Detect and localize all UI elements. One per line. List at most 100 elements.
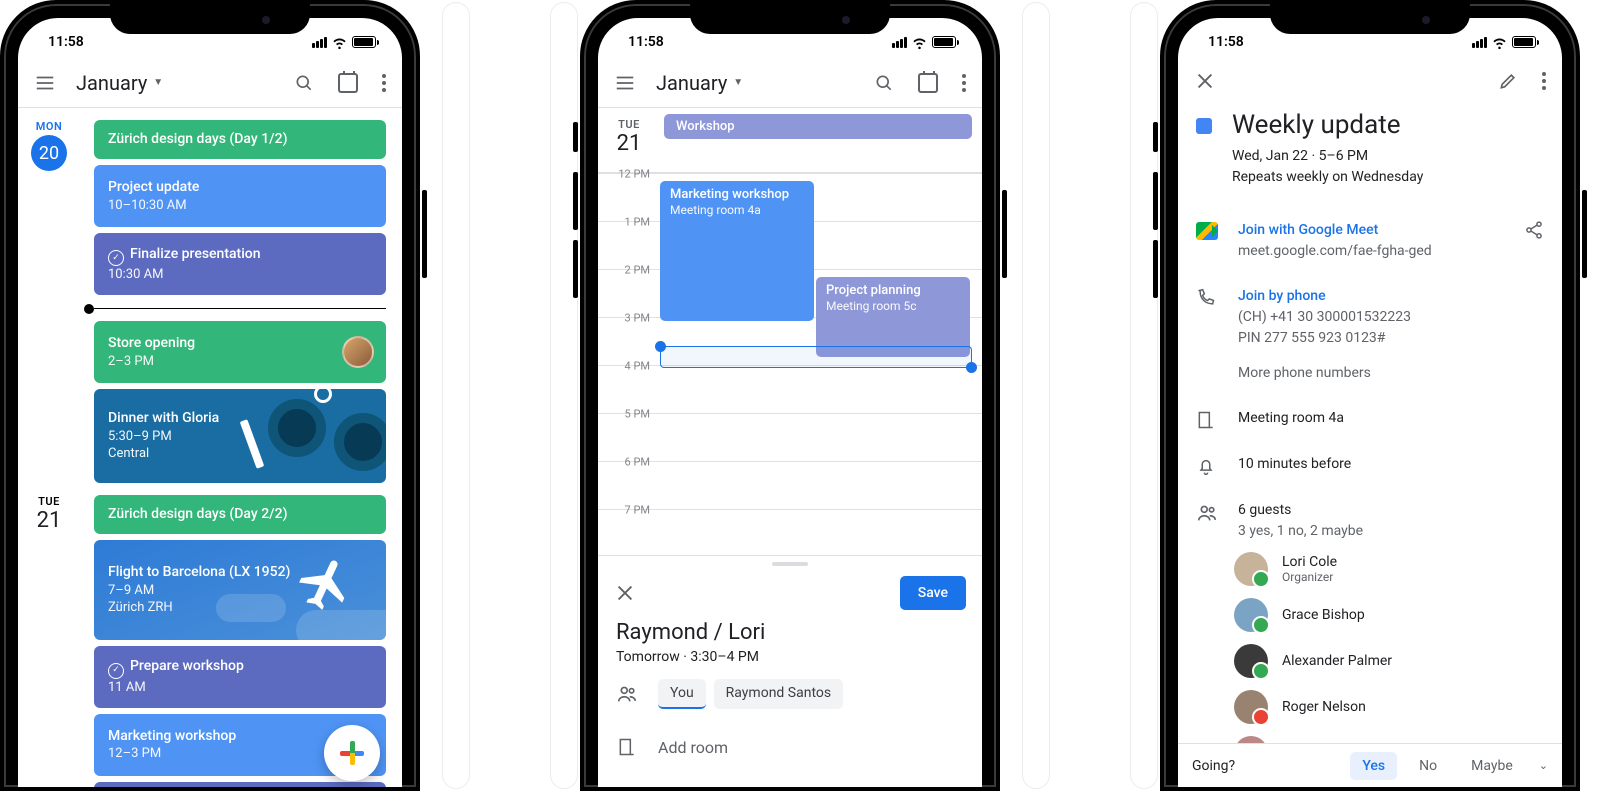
month-picker[interactable]: January ▼ — [76, 71, 274, 95]
battery-icon — [932, 36, 956, 48]
event-repeat: Repeats weekly on Wednesday — [1232, 169, 1423, 185]
today-icon[interactable] — [918, 73, 938, 93]
hour-grid[interactable]: 12 PM1 PM2 PM3 PM4 PM5 PM6 PM7 PMMarketi… — [598, 173, 982, 553]
quick-create-sheet: Save Raymond / Lori Tomorrow · 3:30–4 PM… — [598, 555, 982, 787]
new-event-title[interactable]: Raymond / Lori — [616, 620, 964, 645]
guest-avatar — [1234, 598, 1268, 632]
more-icon[interactable] — [962, 74, 966, 92]
resize-handle[interactable] — [655, 341, 666, 352]
menu-icon[interactable] — [614, 72, 636, 94]
guest-row[interactable]: Lori ColeOrganizer — [1234, 546, 1562, 592]
sheet-grabber[interactable] — [772, 562, 808, 566]
hour-label: 3 PM — [598, 312, 656, 325]
join-meet-link[interactable]: Join with Google Meet — [1238, 220, 1504, 241]
agenda-event[interactable]: Zürich design days (Day 2/2) — [94, 495, 386, 534]
rsvp-option[interactable]: Maybe — [1459, 752, 1525, 780]
new-event-slot[interactable] — [660, 346, 972, 368]
guest-name: Lori Cole — [1282, 554, 1337, 570]
phone-pin: PIN 277 555 923 0123# — [1238, 328, 1544, 349]
phone-number: (CH) +41 30 300001532223 — [1238, 307, 1544, 328]
room-name: Meeting room 4a — [1238, 408, 1544, 429]
month-picker[interactable]: January ▼ — [656, 71, 854, 95]
rsvp-option[interactable]: Yes — [1350, 752, 1397, 780]
agenda-event[interactable]: Dinner with Gloria5:30–9 PMCentral — [94, 389, 386, 483]
guest-role: Organizer — [1282, 570, 1337, 584]
phone-agenda: 11:58 January ▼ — [0, 0, 420, 791]
agenda-event[interactable]: Project update10–10:30 AM — [94, 165, 386, 227]
event-title: Weekly update — [1232, 110, 1423, 140]
guest-avatar — [1234, 690, 1268, 724]
agenda-event[interactable]: Flight to Barcelona (LX 1952)7–9 AMZüric… — [94, 540, 386, 640]
signal-icon — [892, 37, 907, 48]
google-meet-icon — [1196, 222, 1218, 240]
chevron-down-icon[interactable]: ⌄ — [1539, 759, 1548, 772]
status-time: 11:58 — [48, 34, 84, 50]
guest-row[interactable]: Alexander Palmer — [1234, 638, 1562, 684]
chevron-down-icon: ▼ — [733, 77, 743, 88]
chevron-down-icon: ▼ — [153, 77, 163, 88]
room-icon — [1196, 410, 1218, 430]
agenda-event[interactable]: Update slide deck3 PM — [94, 782, 386, 787]
hour-label: 7 PM — [598, 504, 656, 517]
more-phone-numbers[interactable]: More phone numbers — [1238, 363, 1544, 384]
agenda-event[interactable]: Store opening2–3 PM — [94, 321, 386, 383]
attendee-chip[interactable]: Raymond Santos — [714, 679, 843, 709]
app-header: January ▼ — [18, 58, 402, 108]
rsvp-option[interactable]: No — [1407, 752, 1449, 780]
guest-avatar — [1234, 644, 1268, 678]
agenda-event[interactable]: Prepare workshop11 AM — [94, 646, 386, 708]
hour-label: 5 PM — [598, 408, 656, 421]
phone-icon — [1196, 288, 1218, 308]
hour-label: 6 PM — [598, 456, 656, 469]
share-icon[interactable] — [1524, 220, 1544, 240]
app-header: January ▼ — [598, 58, 982, 108]
rsvp-label: Going? — [1192, 758, 1235, 774]
hour-label: 2 PM — [598, 264, 656, 277]
create-fab[interactable] — [324, 725, 380, 781]
more-icon[interactable] — [1542, 72, 1546, 90]
add-room[interactable]: Add room — [658, 738, 728, 757]
agenda-event[interactable]: Zürich design days (Day 1/2) — [94, 120, 386, 159]
guest-summary: 3 yes, 1 no, 2 maybe — [1238, 521, 1544, 542]
edit-icon[interactable] — [1498, 71, 1518, 91]
wifi-icon — [912, 35, 927, 50]
status-time: 11:58 — [628, 34, 664, 50]
meet-url: meet.google.com/fae-fgha-ged — [1238, 241, 1504, 262]
guest-name: Roger Nelson — [1282, 699, 1366, 715]
day-weekday: TUE — [18, 495, 80, 508]
plus-icon — [340, 741, 364, 765]
battery-icon — [352, 36, 376, 48]
close-icon[interactable] — [1194, 70, 1216, 92]
more-icon[interactable] — [382, 74, 386, 92]
resize-handle[interactable] — [966, 362, 977, 373]
today-icon[interactable] — [338, 73, 358, 93]
guest-row[interactable]: Roger Nelson — [1234, 684, 1562, 730]
menu-icon[interactable] — [34, 72, 56, 94]
search-icon[interactable] — [874, 73, 894, 93]
search-icon[interactable] — [294, 73, 314, 93]
allday-event[interactable]: Workshop — [664, 114, 972, 139]
save-button[interactable]: Save — [900, 576, 966, 610]
grid-event[interactable]: Marketing workshopMeeting room 4a — [660, 181, 814, 321]
decorative-panel — [1022, 2, 1050, 789]
new-event-when[interactable]: Tomorrow · 3:30–4 PM — [616, 649, 964, 665]
guest-count[interactable]: 6 guests — [1238, 500, 1544, 521]
hour-label: 4 PM — [598, 360, 656, 373]
day-number: 21 — [18, 508, 80, 533]
grid-event[interactable]: Project planningMeeting room 5c — [816, 277, 970, 357]
attendee-chip[interactable]: You — [658, 679, 706, 709]
close-icon[interactable] — [614, 582, 636, 604]
event-when: Wed, Jan 22 · 5–6 PM — [1232, 148, 1368, 164]
hour-label: 12 PM — [598, 168, 656, 181]
month-label: January — [76, 71, 147, 95]
guest-name: Grace Bishop — [1282, 607, 1365, 623]
join-phone-link[interactable]: Join by phone — [1238, 286, 1544, 307]
agenda-event[interactable]: Finalize presentation10:30 AM — [94, 233, 386, 295]
now-indicator — [84, 304, 386, 314]
wifi-icon — [332, 35, 347, 50]
reminder-text[interactable]: 10 minutes before — [1238, 454, 1544, 475]
decorative-panel — [442, 2, 470, 789]
attendee-avatar — [342, 336, 374, 368]
event-color-swatch — [1196, 118, 1212, 134]
guest-row[interactable]: Grace Bishop — [1234, 592, 1562, 638]
